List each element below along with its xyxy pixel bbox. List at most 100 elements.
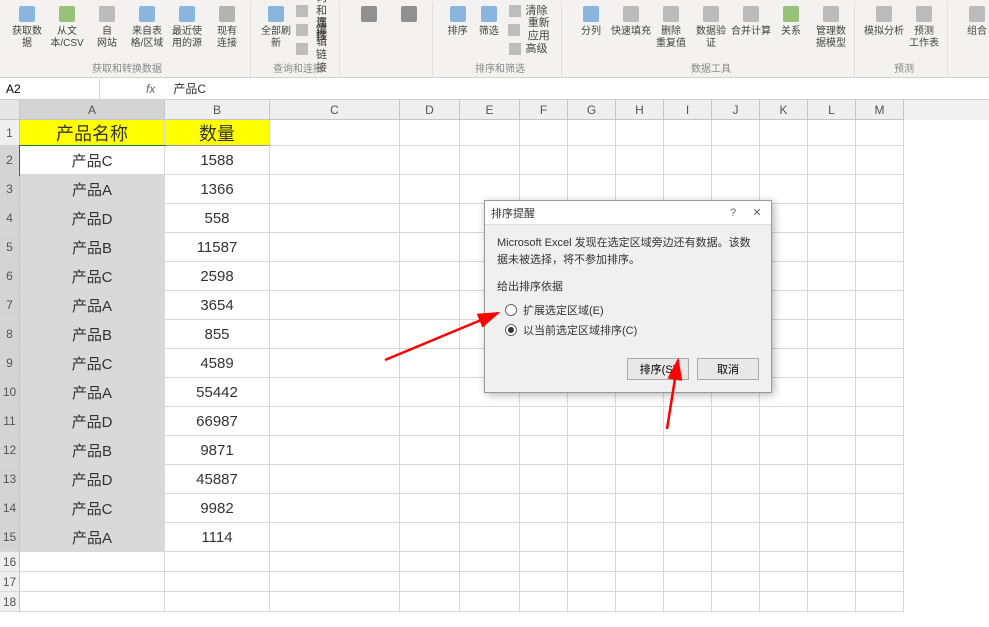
cell[interactable] bbox=[808, 320, 856, 349]
cell[interactable] bbox=[270, 320, 400, 349]
cell[interactable] bbox=[760, 523, 808, 552]
cell[interactable] bbox=[270, 494, 400, 523]
cell[interactable] bbox=[760, 407, 808, 436]
cell[interactable] bbox=[400, 204, 460, 233]
edit-links-button[interactable]: 编辑链接 bbox=[293, 40, 335, 58]
cell[interactable] bbox=[460, 592, 520, 612]
radio-expand-selection[interactable]: 扩展选定区域(E) bbox=[497, 300, 759, 320]
cell[interactable]: 1588 bbox=[165, 146, 270, 175]
cell[interactable] bbox=[400, 592, 460, 612]
cell[interactable]: 产品名称 bbox=[20, 120, 165, 146]
row-header-15[interactable]: 15 bbox=[0, 523, 20, 552]
cell[interactable] bbox=[856, 233, 904, 262]
cell[interactable] bbox=[616, 407, 664, 436]
cell[interactable] bbox=[856, 552, 904, 572]
cell[interactable] bbox=[616, 146, 664, 175]
cell[interactable] bbox=[270, 523, 400, 552]
cell[interactable]: 1366 bbox=[165, 175, 270, 204]
row-header-2[interactable]: 2 bbox=[0, 146, 20, 175]
column-header-J[interactable]: J bbox=[712, 100, 760, 120]
cell[interactable] bbox=[712, 572, 760, 592]
cell[interactable] bbox=[270, 291, 400, 320]
cell[interactable] bbox=[760, 436, 808, 465]
cell[interactable]: 855 bbox=[165, 320, 270, 349]
row-header-1[interactable]: 1 bbox=[0, 120, 20, 146]
cell[interactable] bbox=[460, 436, 520, 465]
relationships-button[interactable]: 关系 bbox=[772, 2, 810, 38]
cell[interactable] bbox=[856, 407, 904, 436]
cell[interactable] bbox=[460, 120, 520, 146]
cell[interactable] bbox=[568, 120, 616, 146]
cell[interactable] bbox=[664, 120, 712, 146]
cell[interactable] bbox=[856, 146, 904, 175]
cell[interactable] bbox=[808, 262, 856, 291]
cell[interactable] bbox=[270, 349, 400, 378]
flash-fill-button[interactable]: 快速填充 bbox=[612, 2, 650, 38]
cell[interactable] bbox=[856, 378, 904, 407]
cell[interactable] bbox=[520, 120, 568, 146]
cell[interactable] bbox=[712, 407, 760, 436]
column-header-I[interactable]: I bbox=[664, 100, 712, 120]
cell[interactable] bbox=[400, 494, 460, 523]
data-validation-button[interactable]: 数据验 证 bbox=[692, 2, 730, 49]
cell[interactable] bbox=[856, 349, 904, 378]
cell[interactable] bbox=[400, 378, 460, 407]
cell[interactable]: 产品B bbox=[20, 233, 165, 262]
cell[interactable]: 产品A bbox=[20, 523, 165, 552]
fx-icon[interactable]: fx bbox=[146, 82, 155, 96]
cancel-button[interactable]: 取消 bbox=[697, 358, 759, 380]
forecast-sheet-button[interactable]: 预测 工作表 bbox=[905, 2, 943, 49]
cell[interactable] bbox=[400, 233, 460, 262]
cell[interactable] bbox=[616, 494, 664, 523]
cell[interactable] bbox=[856, 592, 904, 612]
cell[interactable] bbox=[856, 120, 904, 146]
cell[interactable] bbox=[400, 552, 460, 572]
cell[interactable] bbox=[20, 572, 165, 592]
cell[interactable] bbox=[808, 378, 856, 407]
cell[interactable] bbox=[808, 146, 856, 175]
cell[interactable] bbox=[664, 407, 712, 436]
row-header-5[interactable]: 5 bbox=[0, 233, 20, 262]
cell[interactable] bbox=[808, 407, 856, 436]
cell[interactable] bbox=[520, 465, 568, 494]
cell[interactable] bbox=[400, 523, 460, 552]
cell[interactable] bbox=[760, 552, 808, 572]
cell[interactable] bbox=[400, 320, 460, 349]
column-header-L[interactable]: L bbox=[808, 100, 856, 120]
from-web-button[interactable]: 自 网站 bbox=[88, 2, 126, 49]
cell[interactable] bbox=[270, 204, 400, 233]
cell[interactable] bbox=[760, 572, 808, 592]
cell[interactable] bbox=[270, 436, 400, 465]
data-model-button[interactable]: 管理数 据模型 bbox=[812, 2, 850, 49]
cell[interactable] bbox=[270, 572, 400, 592]
cell[interactable] bbox=[460, 407, 520, 436]
cell[interactable] bbox=[856, 262, 904, 291]
cell[interactable] bbox=[270, 146, 400, 175]
cell[interactable] bbox=[568, 436, 616, 465]
cell[interactable] bbox=[568, 592, 616, 612]
cell[interactable] bbox=[520, 592, 568, 612]
cell[interactable] bbox=[616, 592, 664, 612]
cell[interactable] bbox=[712, 436, 760, 465]
cell[interactable] bbox=[165, 592, 270, 612]
cell[interactable] bbox=[712, 120, 760, 146]
column-header-M[interactable]: M bbox=[856, 100, 904, 120]
cell[interactable] bbox=[520, 436, 568, 465]
cell[interactable] bbox=[616, 552, 664, 572]
cell[interactable] bbox=[808, 175, 856, 204]
cell[interactable] bbox=[400, 465, 460, 494]
cell[interactable]: 产品C bbox=[20, 262, 165, 291]
cell[interactable] bbox=[856, 204, 904, 233]
cell[interactable] bbox=[270, 120, 400, 146]
cell[interactable] bbox=[270, 552, 400, 572]
cell[interactable] bbox=[664, 572, 712, 592]
cell[interactable] bbox=[808, 291, 856, 320]
column-header-E[interactable]: E bbox=[460, 100, 520, 120]
cell[interactable] bbox=[270, 592, 400, 612]
cell[interactable] bbox=[664, 465, 712, 494]
column-header-D[interactable]: D bbox=[400, 100, 460, 120]
cell[interactable] bbox=[400, 407, 460, 436]
cell[interactable] bbox=[165, 552, 270, 572]
cell[interactable] bbox=[270, 465, 400, 494]
sort-za-button[interactable] bbox=[390, 2, 428, 26]
